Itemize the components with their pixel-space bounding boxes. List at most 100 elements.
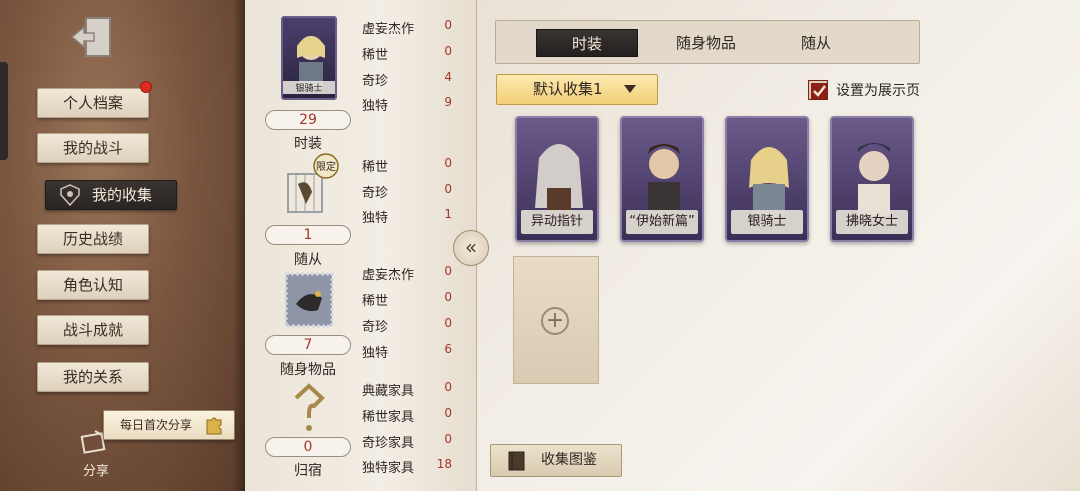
showcase-checkbox-label: 设置为展示页 (836, 83, 920, 99)
menu-character-button[interactable]: 角色认知 (37, 270, 149, 300)
stat-value: 0 (444, 156, 452, 170)
home-stat-row: 独特家具 18 (362, 457, 452, 476)
daily-share-text: 每日首次分享 (120, 418, 193, 432)
collapse-panel-button[interactable]: « (453, 230, 489, 266)
costume-card-name: “伊始新篇” (626, 210, 698, 234)
stat-name: 独特 (362, 346, 389, 361)
collection-tabs: 时装 随身物品 随从 (495, 20, 920, 64)
stat-name: 奇珍 (362, 74, 389, 89)
follower-stat-row: 独特 1 (362, 207, 452, 226)
stat-value: 9 (444, 95, 452, 109)
menu-relations-button[interactable]: 我的关系 (37, 362, 149, 392)
home-stat-row: 稀世家具 0 (362, 406, 452, 425)
costume-stat-row: 奇珍 4 (362, 70, 452, 89)
dropdown-value: 默认收集1 (533, 80, 603, 98)
costume-card-name: 银骑士 (731, 210, 803, 234)
menu-achievements-button[interactable]: 战斗成就 (37, 315, 149, 345)
stat-name: 虚妄杰作 (362, 22, 415, 37)
stat-value: 6 (444, 342, 452, 356)
accessory-stat-row: 独特 6 (362, 342, 452, 361)
costume-card-name: 拂晓女士 (836, 210, 908, 234)
collection-guide-label: 收集图鉴 (541, 452, 597, 468)
stat-value: 0 (444, 432, 452, 446)
costume-category-label: 时装 (294, 136, 322, 152)
stat-value: 0 (444, 182, 452, 196)
chevron-down-icon (624, 85, 636, 93)
stats-panel: 银骑士 29 时装 虚妄杰作 0 稀世 0 奇珍 4 独特 9 限定 1 随从 稀世 0 … (245, 0, 477, 491)
stat-name: 独特家具 (362, 461, 415, 476)
stat-name: 典藏家具 (362, 384, 415, 399)
home-count: 0 (265, 437, 351, 457)
stat-value: 0 (444, 18, 452, 32)
collection-guide-button[interactable]: 收集图鉴 (490, 444, 622, 477)
home-stat-row: 奇珍家具 0 (362, 432, 452, 451)
stat-name: 稀世家具 (362, 410, 415, 425)
sidebar-edge-tab[interactable] (0, 62, 8, 160)
home-category-label: 归宿 (294, 463, 322, 479)
stat-name: 稀世 (362, 48, 389, 63)
stat-name: 奇珍家具 (362, 436, 415, 451)
costume-card[interactable]: 异动指针 (515, 116, 599, 242)
showcase-checkbox[interactable] (808, 80, 828, 100)
add-costume-slot[interactable]: + (513, 256, 599, 384)
menu-history-button[interactable]: 历史战绩 (37, 224, 149, 254)
collection-set-dropdown[interactable]: 默认收集1 (496, 74, 658, 105)
menu-profile-button[interactable]: 个人档案 (37, 88, 149, 118)
stat-name: 稀世 (362, 160, 389, 175)
share-label: 分享 (82, 464, 109, 479)
book-icon (508, 451, 525, 471)
costume-card[interactable]: “伊始新篇” (620, 116, 704, 242)
stat-value: 0 (444, 380, 452, 394)
stat-value: 0 (444, 406, 452, 420)
accessory-stat-row: 稀世 0 (362, 290, 452, 309)
tab-follower[interactable]: 随从 (776, 29, 856, 57)
notification-badge (140, 81, 152, 93)
costume-stat-row: 独特 9 (362, 95, 452, 114)
accessory-stat-row: 奇珍 0 (362, 316, 452, 335)
home-question-icon (294, 383, 325, 431)
plus-icon: + (541, 307, 569, 335)
menu-collection-label: 我的收集 (92, 186, 153, 204)
costume-thumbnail: 银骑士 (281, 16, 337, 100)
follower-category-label: 随从 (294, 252, 322, 268)
stat-value: 18 (436, 457, 452, 471)
costume-card-name: 异动指针 (521, 210, 593, 234)
stat-name: 奇珍 (362, 186, 389, 201)
daily-share-banner[interactable]: 每日首次分享 (103, 410, 235, 440)
stat-value: 0 (444, 44, 452, 58)
tab-accessory[interactable]: 随身物品 (656, 29, 756, 57)
exit-icon[interactable] (68, 14, 116, 60)
tab-costume[interactable]: 时装 (536, 29, 638, 57)
stat-value: 4 (444, 70, 452, 84)
puzzle-icon (206, 417, 222, 435)
costume-thumb-label: 银骑士 (283, 81, 335, 94)
costume-count: 29 (265, 110, 351, 130)
home-stat-row: 典藏家具 0 (362, 380, 452, 399)
stat-name: 奇珍 (362, 320, 389, 335)
menu-battles-button[interactable]: 我的战斗 (37, 133, 149, 163)
stat-value: 0 (444, 316, 452, 330)
accessory-category-label: 随身物品 (280, 362, 336, 378)
costume-card[interactable]: 拂晓女士 (830, 116, 914, 242)
accessory-count: 7 (265, 335, 351, 355)
costume-stat-row: 虚妄杰作 0 (362, 18, 452, 37)
stat-value: 0 (444, 264, 452, 278)
costume-stat-row: 稀世 0 (362, 44, 452, 63)
follower-stat-row: 稀世 0 (362, 156, 452, 175)
sidebar: 个人档案 我的战斗 我的收集 历史战绩 角色认知 战斗成就 我的关系 分享 每日… (0, 0, 245, 491)
menu-collection-button[interactable]: 我的收集 (45, 180, 177, 210)
accessory-stamp-icon (284, 272, 334, 328)
stat-name: 虚妄杰作 (362, 268, 415, 283)
follower-stat-row: 奇珍 0 (362, 182, 452, 201)
stat-name: 独特 (362, 99, 389, 114)
checkmark-icon (811, 83, 827, 99)
shield-icon (60, 184, 80, 206)
follower-count: 1 (265, 225, 351, 245)
stat-value: 1 (444, 207, 452, 221)
limited-badge: 限定 (313, 153, 339, 179)
stat-name: 独特 (362, 211, 389, 226)
stat-name: 稀世 (362, 294, 389, 309)
accessory-stat-row: 虚妄杰作 0 (362, 264, 452, 283)
limited-badge-text: 限定 (316, 160, 336, 173)
costume-card[interactable]: 银骑士 (725, 116, 809, 242)
